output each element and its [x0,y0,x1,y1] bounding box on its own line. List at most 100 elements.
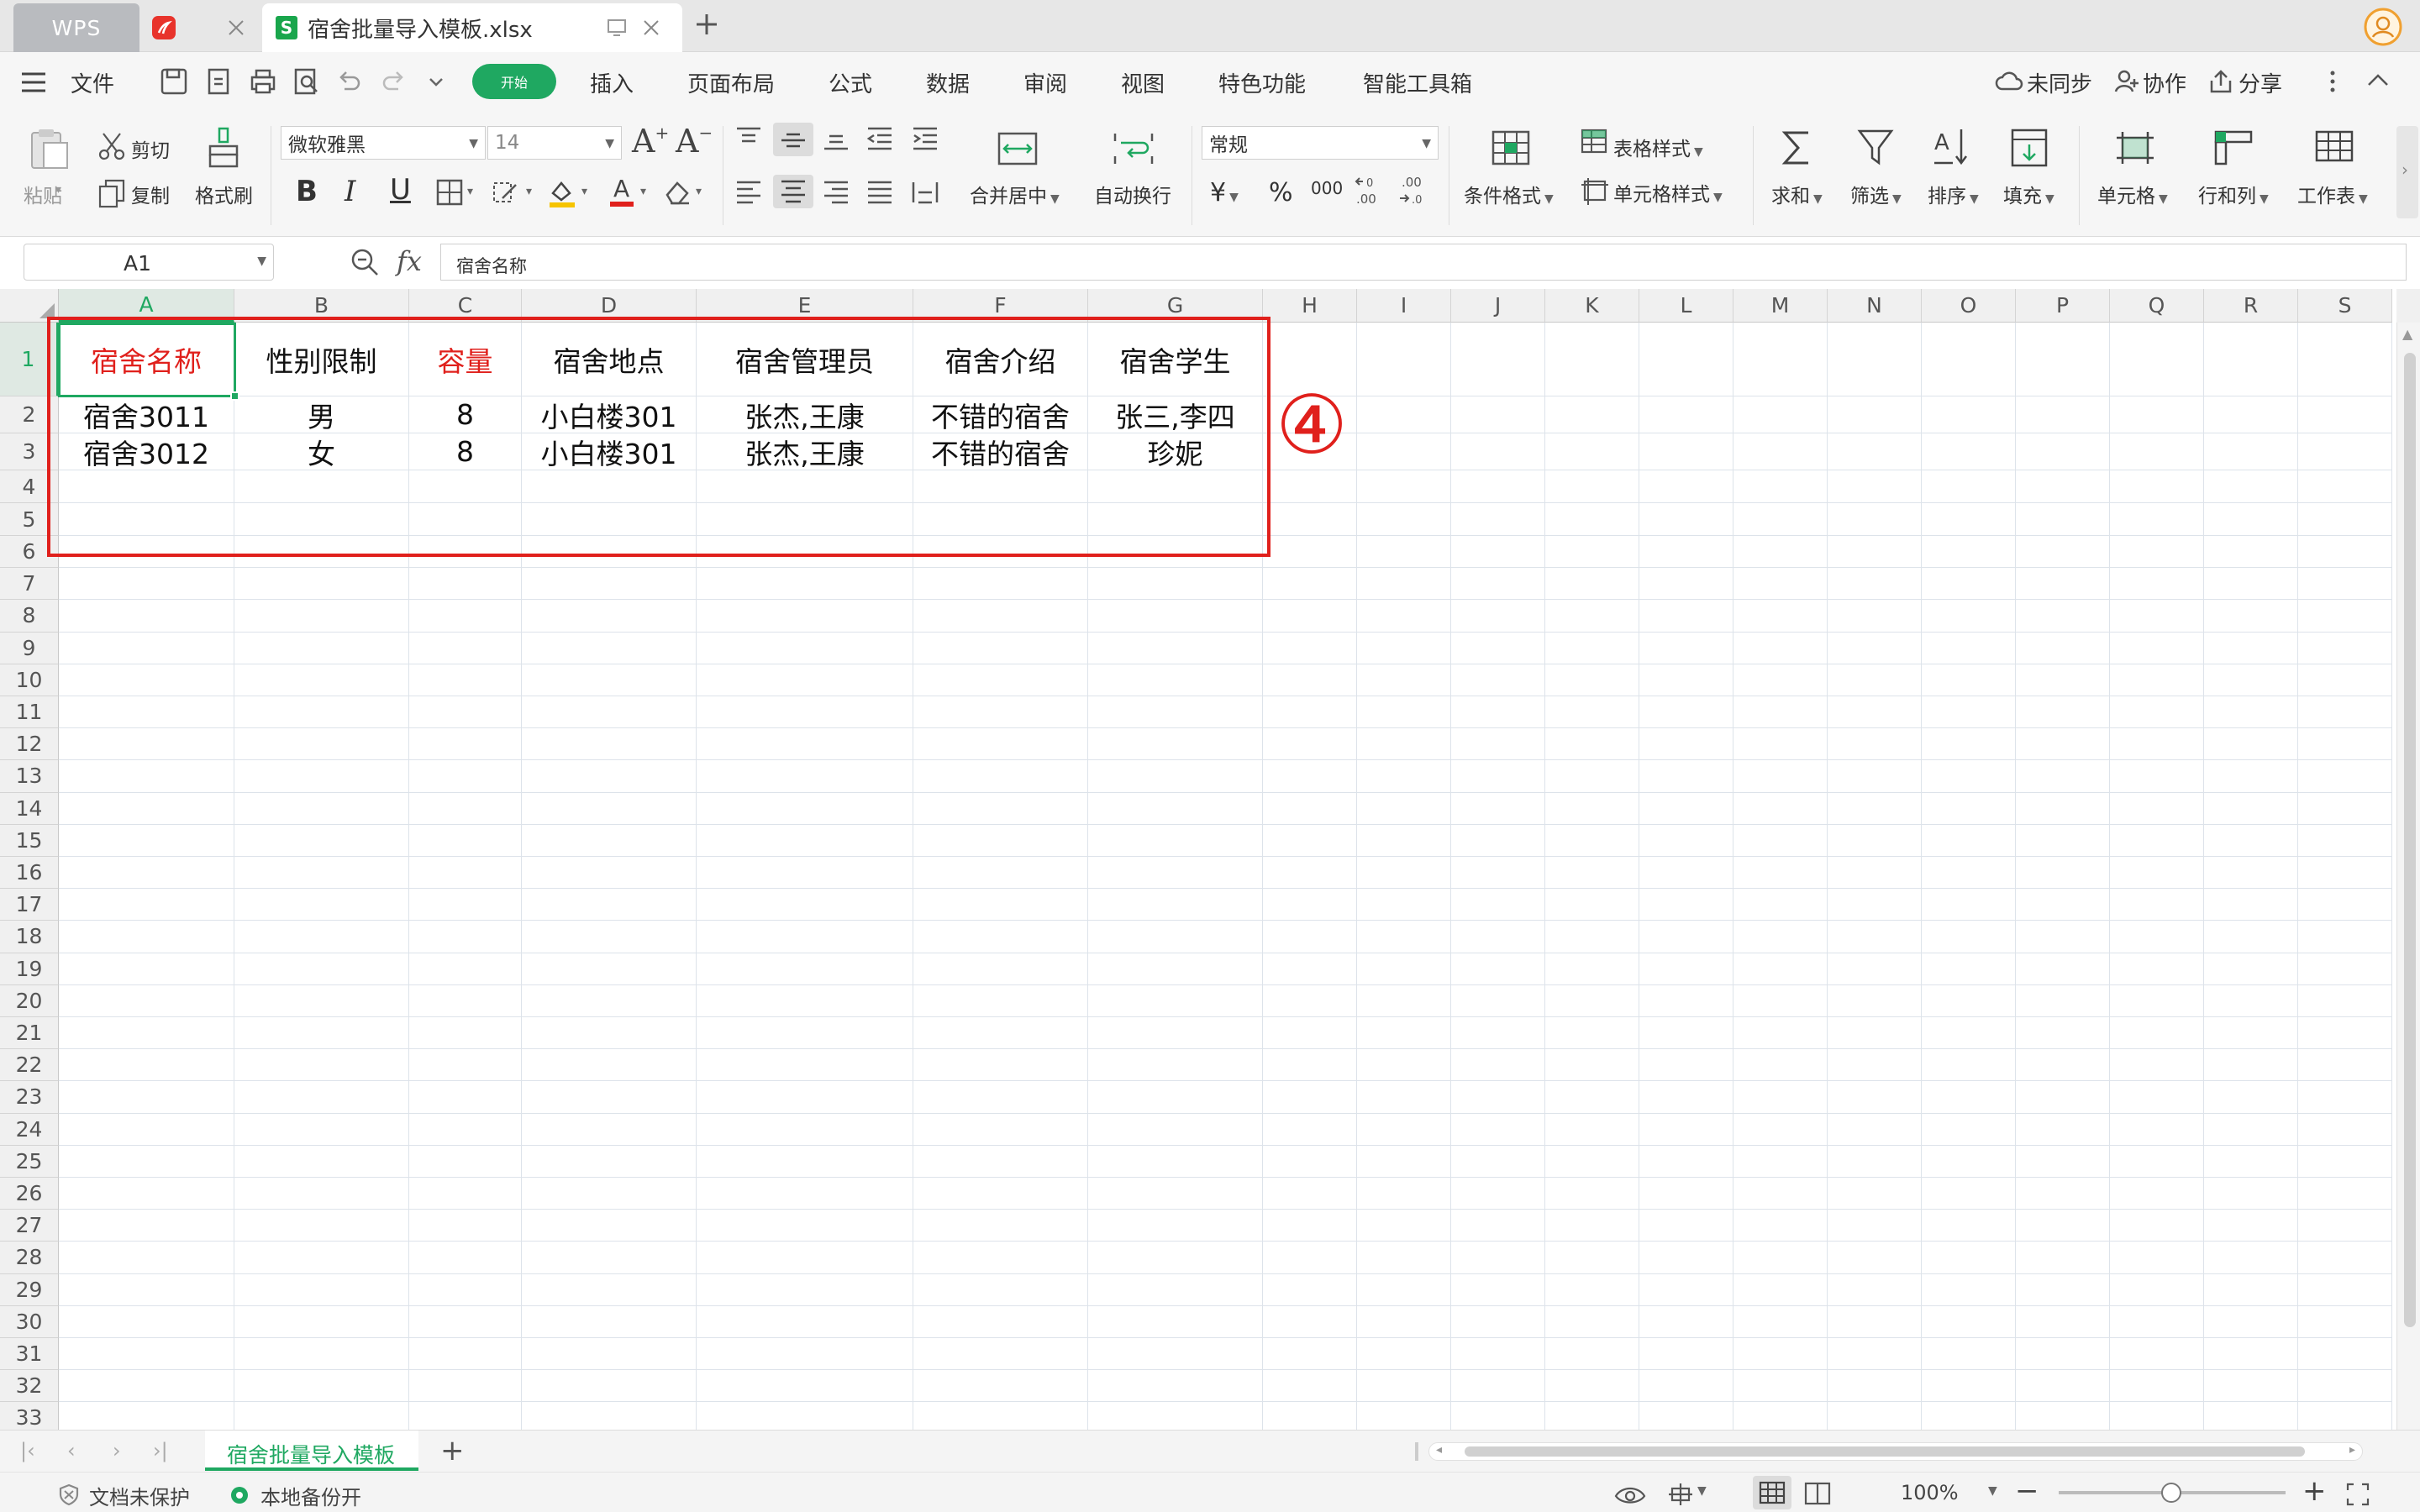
cell-A20[interactable] [59,984,234,1017]
cell-F4[interactable] [913,470,1088,503]
cell-P12[interactable] [2016,728,2110,761]
row-header[interactable]: 27 [0,1210,59,1242]
cell-L3[interactable] [1639,433,1733,470]
row-header[interactable]: 14 [0,792,59,825]
cell-Q4[interactable] [2110,470,2204,503]
row-header[interactable]: 5 [0,503,59,536]
cell-I28[interactable] [1357,1242,1451,1274]
cell-Q6[interactable] [2110,536,2204,569]
cell-G20[interactable] [1088,984,1263,1017]
cell-S13[interactable] [2298,760,2392,793]
cell-G4[interactable] [1088,470,1263,503]
cell-I5[interactable] [1357,503,1451,536]
cell-M7[interactable] [1733,568,1828,601]
row-header[interactable]: 16 [0,857,59,890]
cell-C4[interactable] [409,470,522,503]
cell-J24[interactable] [1451,1113,1545,1146]
cell-A14[interactable] [59,792,234,825]
cell-Q9[interactable] [2110,632,2204,664]
cell-M27[interactable] [1733,1210,1828,1242]
cell-H32[interactable] [1263,1370,1357,1403]
row-header[interactable]: 19 [0,953,59,985]
cell-K11[interactable] [1545,696,1639,729]
cell-K21[interactable] [1545,1017,1639,1050]
cell-I16[interactable] [1357,857,1451,890]
cell-N23[interactable] [1828,1081,1922,1114]
row-header[interactable]: 13 [0,760,59,793]
cell-F20[interactable] [913,984,1088,1017]
insert-function-button[interactable]: fx [397,245,422,277]
cell-R23[interactable] [2204,1081,2298,1114]
cell-K5[interactable] [1545,503,1639,536]
filter-icon[interactable] [1857,128,1894,168]
cell-L24[interactable] [1639,1113,1733,1146]
cell-E30[interactable] [697,1305,913,1338]
cell-R24[interactable] [2204,1113,2298,1146]
cell-I4[interactable] [1357,470,1451,503]
cell-S25[interactable] [2298,1145,2392,1178]
cell-R21[interactable] [2204,1017,2298,1050]
cell-K14[interactable] [1545,792,1639,825]
cell-B23[interactable] [234,1081,409,1114]
cell-M19[interactable] [1733,953,1828,985]
cell-B19[interactable] [234,953,409,985]
cell-C32[interactable] [409,1370,522,1403]
cell-P22[interactable] [2016,1049,2110,1082]
menu-tab-insert[interactable]: 插入 [590,67,634,98]
cell-L14[interactable] [1639,792,1733,825]
cell-S30[interactable] [2298,1305,2392,1338]
cell-E16[interactable] [697,857,913,890]
cell-J28[interactable] [1451,1242,1545,1274]
cell-J13[interactable] [1451,760,1545,793]
cell-Q29[interactable] [2110,1273,2204,1306]
cell-P17[interactable] [2016,889,2110,921]
cell-O28[interactable] [1922,1242,2016,1274]
print-icon[interactable] [249,67,277,96]
cell-A25[interactable] [59,1145,234,1178]
column-header[interactable]: S [2298,289,2392,323]
cell-L29[interactable] [1639,1273,1733,1306]
cell-H29[interactable] [1263,1273,1357,1306]
cell-E19[interactable] [697,953,913,985]
cell-J8[interactable] [1451,600,1545,633]
italic-icon[interactable]: I [345,175,355,208]
cell-K1[interactable] [1545,323,1639,396]
cell-A13[interactable] [59,760,234,793]
cell-M28[interactable] [1733,1242,1828,1274]
cell-K19[interactable] [1545,953,1639,985]
cell-L7[interactable] [1639,568,1733,601]
cell-D27[interactable] [522,1210,697,1242]
cell-N20[interactable] [1828,984,1922,1017]
cell-C18[interactable] [409,921,522,953]
fill-color-dropdown-icon[interactable]: ▾ [581,185,587,198]
menu-file[interactable]: 文件 [71,67,114,98]
align-left-icon[interactable] [734,180,763,205]
cell-K13[interactable] [1545,760,1639,793]
fill-handle[interactable] [230,391,239,401]
cell-B20[interactable] [234,984,409,1017]
cell-Q14[interactable] [2110,792,2204,825]
cell-D23[interactable] [522,1081,697,1114]
cell-I7[interactable] [1357,568,1451,601]
copy-button[interactable]: 复制 [131,180,170,208]
cell-A19[interactable] [59,953,234,985]
cell-Q24[interactable] [2110,1113,2204,1146]
cell-N22[interactable] [1828,1049,1922,1082]
cell-N29[interactable] [1828,1273,1922,1306]
cell-Q19[interactable] [2110,953,2204,985]
cell-J2[interactable] [1451,396,1545,433]
cell-K16[interactable] [1545,857,1639,890]
cell-O22[interactable] [1922,1049,2016,1082]
cell-R27[interactable] [2204,1210,2298,1242]
cell-Q8[interactable] [2110,600,2204,633]
cell-I25[interactable] [1357,1145,1451,1178]
cell-H26[interactable] [1263,1178,1357,1210]
cell-M11[interactable] [1733,696,1828,729]
cell-H5[interactable] [1263,503,1357,536]
row-header[interactable]: 4 [0,470,59,503]
shading-dropdown-icon[interactable]: ▾ [526,185,532,198]
cell-L9[interactable] [1639,632,1733,664]
cell-L26[interactable] [1639,1178,1733,1210]
cell-N3[interactable] [1828,433,1922,470]
cell-G27[interactable] [1088,1210,1263,1242]
